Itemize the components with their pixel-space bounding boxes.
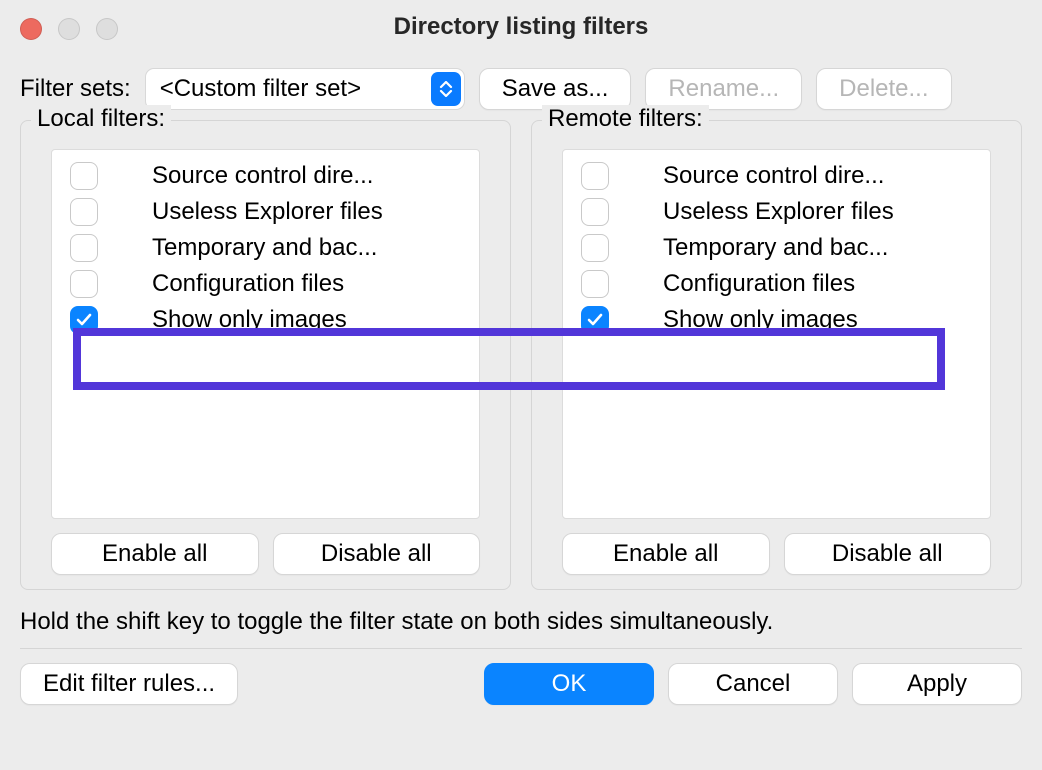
- remote-filter-label: Configuration files: [663, 270, 855, 298]
- titlebar: Directory listing filters: [0, 0, 1042, 54]
- minimize-window-button[interactable]: [58, 18, 80, 40]
- zoom-window-button[interactable]: [96, 18, 118, 40]
- filter-sets-label: Filter sets:: [20, 75, 131, 103]
- select-chevron-icon: [431, 72, 461, 106]
- remote-disable-all-button[interactable]: Disable all: [784, 533, 992, 575]
- dialog-window: Directory listing filters Filter sets: <…: [0, 0, 1042, 770]
- remote-filters-list[interactable]: Source control dire... Useless Explorer f…: [562, 149, 991, 519]
- remote-filter-row[interactable]: Useless Explorer files: [563, 194, 990, 230]
- window-title: Directory listing filters: [394, 13, 649, 41]
- remote-filter-label: Temporary and bac...: [663, 234, 888, 262]
- edit-filter-rules-button[interactable]: Edit filter rules...: [20, 663, 238, 705]
- bottom-button-row: Edit filter rules... OK Cancel Apply: [0, 649, 1042, 719]
- local-filter-checkbox[interactable]: [70, 306, 98, 334]
- remote-filter-row[interactable]: Source control dire...: [563, 158, 990, 194]
- remote-filter-label: Show only images: [663, 306, 858, 334]
- cancel-button[interactable]: Cancel: [668, 663, 838, 705]
- hint-text: Hold the shift key to toggle the filter …: [0, 590, 1042, 642]
- local-filter-checkbox[interactable]: [70, 198, 98, 226]
- local-filters-panel: Local filters: Source control dire...Use…: [20, 120, 511, 590]
- local-filter-label: Show only images: [152, 306, 347, 334]
- local-filter-checkbox[interactable]: [70, 162, 98, 190]
- remote-filters-title: Remote filters:: [542, 105, 709, 133]
- remote-filter-row[interactable]: Temporary and bac...: [563, 230, 990, 266]
- remote-filter-label: Useless Explorer files: [663, 198, 894, 226]
- remote-filter-checkbox[interactable]: [581, 270, 609, 298]
- remote-filter-label: Source control dire...: [663, 162, 884, 190]
- local-enable-all-button[interactable]: Enable all: [51, 533, 259, 575]
- remote-filter-row[interactable]: Configuration files: [563, 266, 990, 302]
- local-filter-label: Temporary and bac...: [152, 234, 377, 262]
- local-filter-checkbox[interactable]: [70, 270, 98, 298]
- local-filter-label: Useless Explorer files: [152, 198, 383, 226]
- save-as-button[interactable]: Save as...: [479, 68, 632, 110]
- close-window-button[interactable]: [20, 18, 42, 40]
- remote-filter-row[interactable]: Show only images: [563, 302, 990, 338]
- local-disable-all-button[interactable]: Disable all: [273, 533, 481, 575]
- local-filter-row[interactable]: Useless Explorer files: [52, 194, 479, 230]
- delete-button[interactable]: Delete...: [816, 68, 951, 110]
- rename-button[interactable]: Rename...: [645, 68, 802, 110]
- remote-enable-all-button[interactable]: Enable all: [562, 533, 770, 575]
- local-filters-list[interactable]: Source control dire... Useless Explorer f…: [51, 149, 480, 519]
- local-filter-label: Source control dire...: [152, 162, 373, 190]
- local-filter-row[interactable]: Configuration files: [52, 266, 479, 302]
- remote-filter-checkbox[interactable]: [581, 234, 609, 262]
- remote-filter-checkbox[interactable]: [581, 306, 609, 334]
- remote-filter-checkbox[interactable]: [581, 162, 609, 190]
- local-filter-row[interactable]: Temporary and bac...: [52, 230, 479, 266]
- local-filter-row[interactable]: Source control dire...: [52, 158, 479, 194]
- local-filter-row[interactable]: Show only images: [52, 302, 479, 338]
- remote-filter-checkbox[interactable]: [581, 198, 609, 226]
- apply-button[interactable]: Apply: [852, 663, 1022, 705]
- local-filters-title: Local filters:: [31, 105, 171, 133]
- filters-columns: Local filters: Source control dire...Use…: [0, 120, 1042, 590]
- traffic-lights: [20, 18, 118, 40]
- local-filter-checkbox[interactable]: [70, 234, 98, 262]
- ok-button[interactable]: OK: [484, 663, 654, 705]
- local-filter-label: Configuration files: [152, 270, 344, 298]
- remote-filters-panel: Remote filters: Source control dire...Us…: [531, 120, 1022, 590]
- filter-sets-select-value: <Custom filter set>: [160, 75, 361, 103]
- filter-sets-select[interactable]: <Custom filter set>: [145, 68, 465, 110]
